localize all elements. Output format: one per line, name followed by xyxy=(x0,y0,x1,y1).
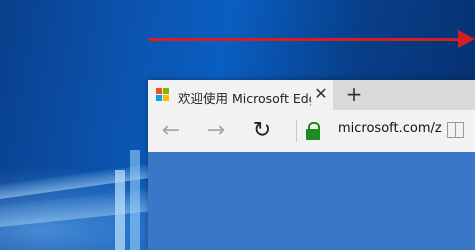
address-bar-url[interactable]: microsoft.com/zl xyxy=(338,121,443,136)
nav-divider xyxy=(296,120,297,142)
tab-welcome[interactable]: 欢迎使用 Microsoft Edg ✕ xyxy=(148,80,333,110)
wallpaper-light-beam xyxy=(130,150,140,250)
microsoft-logo-icon xyxy=(156,88,170,102)
plus-icon[interactable]: + xyxy=(343,83,365,105)
page-content-area xyxy=(148,152,475,250)
edge-browser-window: 欢迎使用 Microsoft Edg ✕ + ← → ↻ microsoft.c… xyxy=(148,80,475,250)
navigation-bar: ← → ↻ microsoft.com/zl xyxy=(148,110,475,152)
annotation-arrow-line xyxy=(148,38,463,41)
refresh-icon[interactable]: ↻ xyxy=(249,118,275,144)
reading-view-icon[interactable] xyxy=(447,122,465,138)
close-icon[interactable]: ✕ xyxy=(312,85,330,103)
back-arrow-icon[interactable]: ← xyxy=(158,118,184,144)
wallpaper-light-beam xyxy=(115,170,125,250)
lock-icon[interactable] xyxy=(306,122,320,140)
tab-title: 欢迎使用 Microsoft Edg xyxy=(178,91,311,106)
tab-strip: 欢迎使用 Microsoft Edg ✕ + xyxy=(148,80,475,110)
annotation-arrow-head-icon xyxy=(458,30,475,48)
forward-arrow-icon[interactable]: → xyxy=(203,118,229,144)
